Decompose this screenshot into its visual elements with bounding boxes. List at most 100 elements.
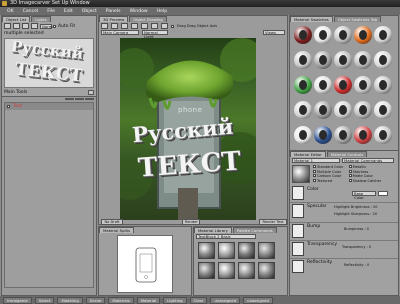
status-segment[interactable]: Modeling (57, 296, 83, 304)
ring-swatch[interactable] (314, 126, 332, 144)
view-tool-button[interactable] (161, 23, 168, 29)
ring-swatch[interactable] (354, 76, 372, 94)
property-row-color[interactable]: Color Base Color (290, 186, 398, 203)
tool-button[interactable] (22, 23, 29, 29)
ring-swatch[interactable] (294, 76, 312, 94)
layer-row[interactable]: Text (5, 103, 93, 110)
status-segment[interactable]: unassigned (243, 296, 273, 304)
material-type-option[interactable]: Shadow Catcher (348, 178, 381, 184)
material-commands-select[interactable]: Material Commands (342, 158, 394, 163)
tab-object-list[interactable]: Object List (2, 16, 31, 22)
status-segment[interactable]: unassigned (210, 296, 241, 304)
property-row-reflectivity[interactable]: Reflectivity Reflectivity : 0 (290, 259, 398, 275)
display-select[interactable]: Normal (40, 23, 56, 29)
menu-edit[interactable]: Edit (63, 9, 74, 14)
tab-material-editor[interactable]: Material Editor (290, 151, 326, 157)
texture-swatch[interactable] (292, 242, 304, 256)
menu-help[interactable]: Help (156, 9, 168, 14)
view-tool-button[interactable] (121, 23, 128, 29)
drag-checkbox[interactable] (171, 24, 174, 28)
view-tool-button[interactable] (151, 23, 158, 29)
menu-ok[interactable]: OK (6, 9, 15, 14)
ring-swatch[interactable] (374, 126, 392, 144)
status-segment[interactable]: Scene (85, 296, 106, 304)
material-sample[interactable] (198, 242, 215, 259)
property-row-transparency[interactable]: Transparency Transparency : 0 (290, 241, 398, 259)
tab-material-splits[interactable]: Material Splits (99, 227, 135, 233)
layer-button[interactable] (65, 98, 74, 100)
status-segment[interactable]: Materials (108, 296, 134, 304)
menu-file[interactable]: File (46, 9, 56, 14)
status-segment[interactable]: Lighting (163, 296, 187, 304)
splits-canvas[interactable] (117, 235, 173, 293)
view-select[interactable]: Views (263, 30, 285, 35)
layer-button[interactable] (75, 98, 84, 100)
view-tool-button[interactable] (101, 23, 108, 29)
ring-swatch[interactable] (354, 51, 372, 69)
ring-swatch[interactable] (314, 26, 332, 44)
auto-fit-checkbox[interactable] (53, 24, 56, 28)
material-type-option[interactable]: Textured (313, 178, 346, 184)
property-row-specular[interactable]: Specular Highlight Brightness : 20 Highl… (290, 203, 398, 223)
material-sample[interactable] (238, 262, 255, 279)
material-sample[interactable] (218, 262, 235, 279)
render-test-button[interactable]: Render Test (259, 219, 287, 225)
ring-swatch[interactable] (314, 76, 332, 94)
ring-swatch[interactable] (374, 51, 392, 69)
layer-visibility-checkbox[interactable] (7, 105, 10, 108)
material-sample[interactable] (258, 262, 275, 279)
status-segment[interactable]: Select (34, 296, 55, 304)
ring-swatch[interactable] (334, 26, 352, 44)
tab-object-swatches[interactable]: Object Swatches Tab (333, 16, 382, 22)
ring-swatch[interactable] (334, 51, 352, 69)
tab-material-library[interactable]: Material Library (194, 227, 232, 233)
ring-swatch[interactable] (294, 51, 312, 69)
property-detail[interactable]: Base Color (352, 191, 376, 200)
minimize-button[interactable] (88, 90, 94, 95)
view-tool-button[interactable] (131, 23, 138, 29)
view-tool-button[interactable] (141, 23, 148, 29)
ring-swatch[interactable] (374, 76, 392, 94)
texture-swatch[interactable] (292, 224, 304, 238)
status-segment[interactable]: Clear (189, 296, 208, 304)
status-segment[interactable]: Intralgame (3, 296, 32, 304)
camera-select[interactable]: Main Camera (101, 30, 139, 35)
ring-swatch[interactable] (354, 26, 372, 44)
material-name-field[interactable]: Material 1 (292, 158, 340, 163)
ring-swatch[interactable] (334, 76, 352, 94)
tool-button[interactable] (13, 23, 20, 29)
library-select[interactable]: TextBlock 2 Basic (196, 234, 256, 239)
texture-swatch[interactable] (292, 204, 304, 218)
ring-swatch[interactable] (354, 126, 372, 144)
ring-swatch[interactable] (334, 101, 352, 119)
material-sample[interactable] (218, 242, 235, 259)
tab-palette-commands[interactable]: Palette Commands (232, 227, 277, 233)
tab-material-swatches[interactable]: Material Swatches (290, 16, 333, 22)
view-tool-button[interactable] (111, 23, 118, 29)
property-row-bump[interactable]: Bump Bumpiness : 0 (290, 223, 398, 241)
ring-swatch[interactable] (294, 101, 312, 119)
render-button[interactable]: Render (182, 219, 200, 225)
tab-material-controls[interactable]: Material Controls (326, 151, 368, 157)
ring-swatch[interactable] (314, 101, 332, 119)
texture-swatch[interactable] (292, 186, 304, 200)
tab-lights[interactable]: Lights (31, 16, 51, 22)
color-chip[interactable] (378, 191, 388, 196)
tool-button[interactable] (4, 23, 11, 29)
ring-swatch[interactable] (314, 51, 332, 69)
menu-window[interactable]: Window (129, 9, 149, 14)
ring-swatch[interactable] (374, 26, 392, 44)
ring-swatch[interactable] (294, 126, 312, 144)
light-select[interactable]: Normal Light (142, 30, 168, 39)
material-sample[interactable] (238, 242, 255, 259)
status-segment[interactable]: Material (136, 296, 161, 304)
tool-button[interactable] (31, 23, 38, 29)
draft-button[interactable]: No Draft (101, 219, 123, 225)
menu-object[interactable]: Object (81, 9, 98, 14)
tab-3d-preview[interactable]: 3D Preview (99, 16, 129, 22)
tab-object-drawing[interactable]: Object Drawing (129, 16, 167, 22)
layer-button[interactable] (85, 98, 94, 100)
ring-swatch[interactable] (294, 26, 312, 44)
material-sample[interactable] (258, 242, 275, 259)
ring-swatch[interactable] (354, 101, 372, 119)
